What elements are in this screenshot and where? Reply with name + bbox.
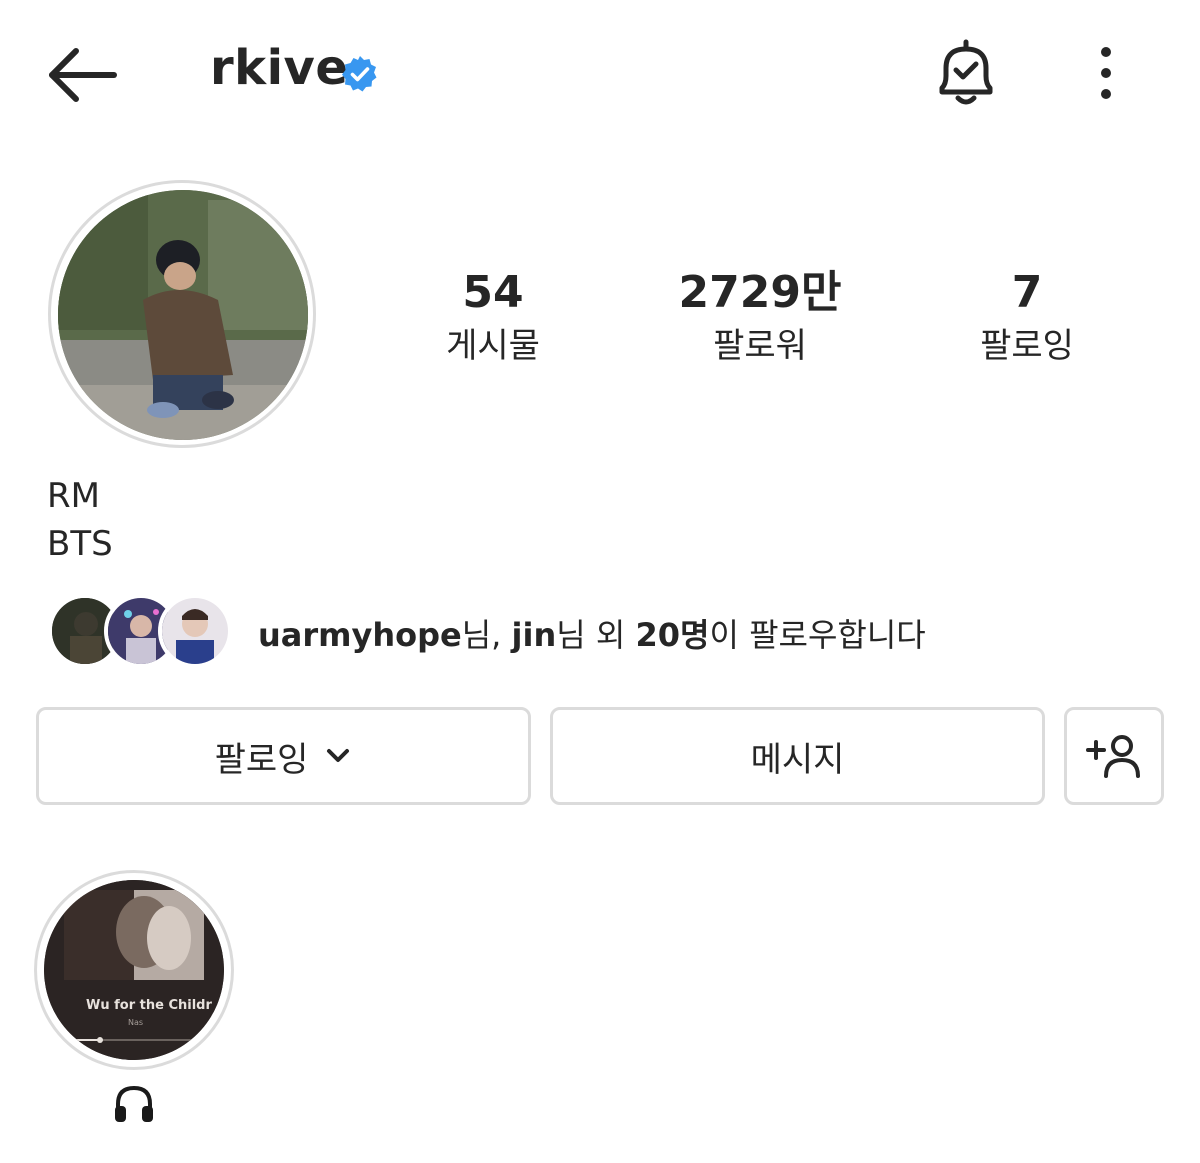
stat-posts[interactable]: 54 게시물 — [373, 266, 613, 368]
chevron-down-icon — [327, 749, 350, 762]
bell-check-icon — [939, 39, 993, 105]
message-button-label: 메시지 — [750, 739, 845, 780]
stat-followers-value: 2729만 — [678, 267, 842, 318]
following-button[interactable]: 팔로잉 — [36, 707, 531, 805]
bio-text: BTS — [47, 524, 113, 564]
message-button[interactable]: 메시지 — [550, 707, 1045, 805]
bio-full-name: RM — [47, 476, 100, 516]
followed-by-text[interactable]: uarmyhope님, jin님 외 20명이 팔로우합니다 — [258, 610, 926, 656]
stat-posts-value: 54 — [462, 267, 524, 318]
stat-following-label: 팔로잉 — [980, 326, 1074, 366]
stat-followers-label: 팔로워 — [713, 326, 807, 366]
followed-by-suffix-1: 님, — [461, 616, 512, 654]
followed-by-suffix-3: 이 팔로우합니다 — [709, 616, 926, 654]
profile-username: rkive — [210, 40, 349, 96]
suggested-accounts-button[interactable] — [1064, 707, 1164, 805]
mutual-avatar-3[interactable] — [158, 594, 232, 668]
mutual-count: 20명 — [635, 616, 710, 654]
stat-following[interactable]: 7 팔로잉 — [907, 266, 1147, 368]
stat-following-value: 7 — [1011, 267, 1043, 318]
mutual-user-1[interactable]: uarmyhope — [258, 616, 462, 654]
back-button[interactable] — [44, 40, 120, 110]
story-highlight[interactable]: Wu for the Childr Nas — [44, 880, 224, 1060]
more-options-button[interactable] — [1088, 44, 1124, 104]
add-person-icon — [1086, 735, 1140, 778]
notification-bell-button[interactable] — [930, 36, 1002, 112]
stat-posts-label: 게시물 — [446, 326, 540, 366]
more-vertical-icon — [1101, 47, 1111, 99]
highlight-cover-artist: Nas — [128, 1018, 143, 1027]
stat-followers[interactable]: 2729만 팔로워 — [640, 266, 880, 368]
headphones-icon — [112, 1082, 156, 1126]
profile-avatar[interactable] — [58, 190, 308, 440]
arrow-left-icon — [49, 48, 117, 102]
followed-by-suffix-2: 님 외 — [556, 616, 636, 654]
mutual-user-2[interactable]: jin — [512, 616, 557, 654]
verified-badge-icon — [340, 54, 380, 94]
following-button-label: 팔로잉 — [214, 739, 309, 780]
highlight-cover-title: Wu for the Childr — [86, 998, 212, 1013]
